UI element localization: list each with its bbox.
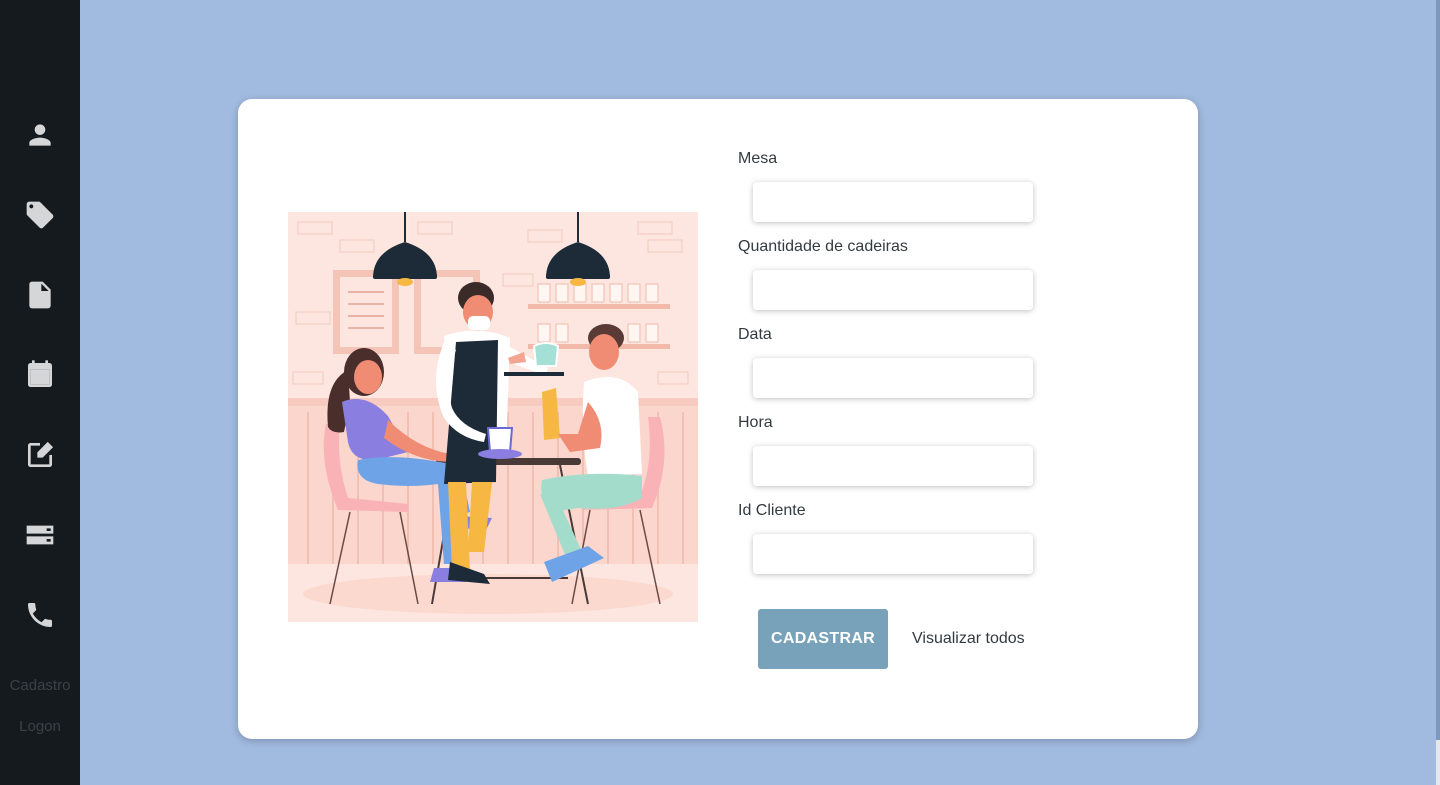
register-link[interactable]: Cadastro: [0, 677, 80, 694]
edit-icon[interactable]: [20, 435, 60, 475]
mesa-input[interactable]: [753, 182, 1033, 222]
restaurant-illustration: [288, 212, 698, 622]
chairs-quantity-label: Quantidade de cadeiras: [738, 238, 908, 255]
user-icon[interactable]: [20, 115, 60, 155]
client-id-input[interactable]: [753, 534, 1033, 574]
chairs-quantity-input[interactable]: [753, 270, 1033, 310]
date-input[interactable]: [753, 358, 1033, 398]
date-label: Data: [738, 326, 772, 343]
register-button[interactable]: CADASTRAR: [758, 609, 888, 669]
sidebar: Cadastro Logon: [0, 0, 80, 785]
tag-icon[interactable]: [20, 195, 60, 235]
mesa-label: Mesa: [738, 150, 778, 167]
phone-icon[interactable]: [20, 595, 60, 635]
scrollbar[interactable]: [1436, 0, 1440, 740]
reservation-card: Mesa Quantidade de cadeiras Data Hora Id…: [238, 99, 1198, 739]
scrollbar-track: [1436, 740, 1440, 785]
time-label: Hora: [738, 414, 773, 431]
client-id-label: Id Cliente: [738, 502, 806, 519]
document-icon[interactable]: [20, 275, 60, 315]
calendar-icon[interactable]: [20, 355, 60, 395]
logon-link[interactable]: Logon: [0, 718, 80, 735]
storage-icon[interactable]: [20, 515, 60, 555]
view-all-link[interactable]: Visualizar todos: [912, 630, 1025, 648]
time-input[interactable]: [753, 446, 1033, 486]
